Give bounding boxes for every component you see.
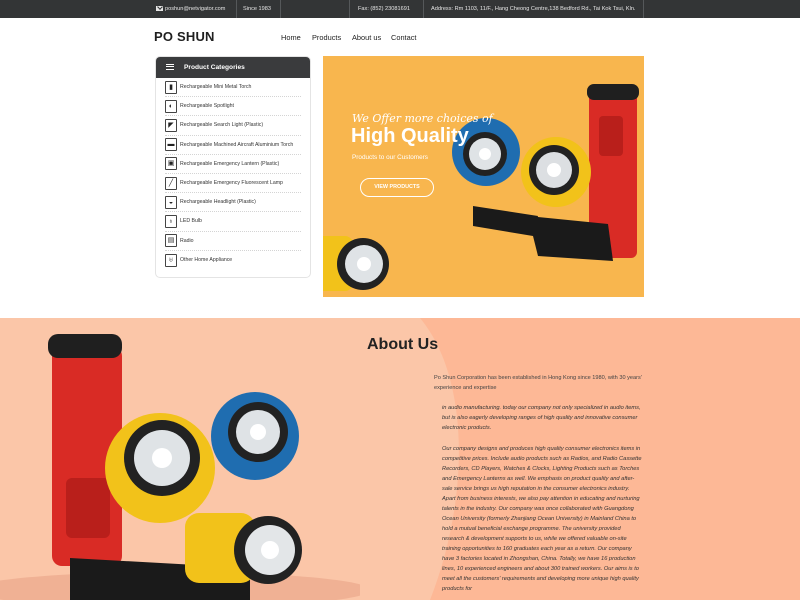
fluorescent-lamp-icon: ╱ — [165, 176, 177, 190]
yellow-lamp-bulb — [152, 448, 172, 468]
menu-icon — [166, 64, 174, 70]
fax-text: Fax: (852) 23081691 — [358, 6, 410, 12]
category-item[interactable]: ◐ Rechargeable Spotlight — [165, 97, 301, 117]
email-text: poshun@netvigator.com — [165, 6, 226, 12]
red-torch-grip — [66, 478, 110, 538]
banner-title: High Quality — [351, 125, 469, 147]
red-torch-cap — [587, 84, 639, 100]
about-section: About Us Po Shun Corporation has been es… — [0, 318, 800, 600]
banner-product-image — [323, 84, 639, 291]
torch-icon: ▮ — [165, 80, 177, 94]
category-label: Rechargeable Mini Metal Torch — [180, 84, 252, 91]
category-item[interactable]: ▣ Rechargeable Emergency Lantern (Plastic… — [165, 155, 301, 174]
red-torch-cap — [48, 334, 122, 358]
radio-icon: ▤ — [165, 234, 177, 248]
red-torch-grip — [599, 116, 623, 156]
banner-tagline: Products to our Customers — [352, 154, 429, 161]
category-item[interactable]: ♅ Other Home Appliance — [165, 251, 301, 270]
blue-lamp-bulb — [479, 148, 491, 160]
nav-about-us[interactable]: About us — [352, 33, 381, 42]
headlight-icon: ◒ — [165, 195, 177, 209]
category-label: LED Bulb — [180, 218, 202, 225]
topbar-divider — [280, 0, 281, 18]
top-bar: poshun@netvigator.com Since 1983 Fax: (8… — [0, 0, 800, 18]
category-label: Rechargeable Spotlight — [180, 103, 234, 110]
about-intro-text: Po Shun Corporation has been established… — [434, 375, 642, 391]
blue-lamp-bulb — [250, 424, 266, 440]
category-label: Rechargeable Emergency Lantern (Plastic) — [180, 160, 280, 167]
blue-lamp-stand — [473, 206, 538, 236]
aluminium-torch-icon: ▬ — [165, 138, 177, 152]
category-label: Rechargeable Machined Aircraft Aluminium… — [180, 141, 294, 148]
about-paragraph: Our company designs and produces high qu… — [442, 446, 642, 592]
search-light-icon: ◤ — [165, 118, 177, 132]
category-label: Other Home Appliance — [180, 257, 233, 264]
hero-banner: We Offer more choices of High Quality Pr… — [323, 56, 644, 297]
category-item[interactable]: ▮ Rechargeable Mini Metal Torch — [165, 78, 301, 98]
email-contact[interactable]: poshun@netvigator.com — [156, 0, 225, 18]
view-products-button[interactable]: VIEW PRODUCTS — [360, 178, 434, 197]
category-list: ▮ Rechargeable Mini Metal Torch ◐ Recharge… — [156, 78, 310, 270]
banner-subtitle: We Offer more choices of — [352, 112, 493, 125]
spotlight-icon: ◐ — [165, 99, 177, 113]
about-product-image — [0, 334, 360, 600]
category-label: Rechargeable Emergency Fluorescent Lamp — [180, 180, 283, 187]
topbar-divider — [423, 0, 424, 18]
nav-products[interactable]: Products — [312, 33, 341, 42]
about-title: About Us — [367, 336, 439, 353]
topbar-divider — [643, 0, 644, 18]
product-categories-header: Product Categories — [156, 57, 310, 78]
yellow-lamp-bulb — [547, 163, 561, 177]
appliance-icon: ♅ — [165, 253, 177, 267]
product-categories-panel: Product Categories ▮ Rechargeable Mini Me… — [155, 56, 311, 278]
category-item[interactable]: ♁ LED Bulb — [165, 212, 301, 232]
topbar-divider — [349, 0, 350, 18]
address-text: Address: Rm 1103, 11/F., Hang Cheong Cen… — [431, 6, 636, 12]
product-categories-title: Product Categories — [184, 64, 245, 71]
since-text: Since 1983 — [243, 6, 271, 12]
nav-contact[interactable]: Contact — [391, 33, 416, 42]
lantern-icon: ▣ — [165, 157, 177, 171]
category-label: Radio — [180, 237, 194, 244]
small-lamp-bulb — [357, 257, 371, 271]
category-item[interactable]: ◒ Rechargeable Headlight (Plastic) — [165, 193, 301, 213]
category-item[interactable]: ◤ Rechargeable Search Light (Plastic) — [165, 116, 301, 136]
category-label: Rechargeable Search Light (Plastic) — [180, 122, 264, 129]
category-item[interactable]: ▤ Radio — [165, 232, 301, 251]
category-item[interactable]: ╱ Rechargeable Emergency Fluorescent Lamp — [165, 174, 301, 194]
category-item[interactable]: ▬ Rechargeable Machined Aircraft Aluminiu… — [165, 136, 301, 155]
about-paragraph: in audio manufacturing. today our compan… — [442, 405, 641, 431]
nav-home[interactable]: Home — [281, 33, 301, 42]
bulb-icon: ♁ — [165, 214, 177, 228]
category-label: Rechargeable Headlight (Plastic) — [180, 199, 256, 206]
mail-icon — [156, 6, 163, 11]
site-logo[interactable]: PO SHUN — [154, 29, 215, 44]
topbar-divider — [236, 0, 237, 18]
small-lamp-bulb — [261, 541, 279, 559]
